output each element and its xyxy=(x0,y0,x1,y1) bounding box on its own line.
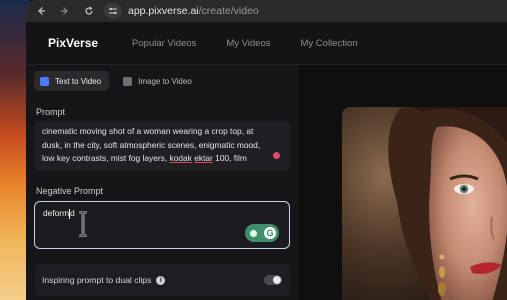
forward-arrow-icon[interactable] xyxy=(56,2,74,20)
address-bar: app.pixverse.ai/create/video xyxy=(26,0,507,22)
tab-text-to-video[interactable]: Text to Video xyxy=(34,71,110,91)
site-info-icon[interactable] xyxy=(104,3,122,19)
dual-clips-setting: Inspiring prompt to dual clips i xyxy=(34,264,290,296)
browser-window: app.pixverse.ai/create/video PixVerse Po… xyxy=(26,0,507,300)
back-arrow-icon[interactable] xyxy=(32,2,50,20)
grammarly-icon[interactable]: G xyxy=(264,227,276,239)
nav-my-videos[interactable]: My Videos xyxy=(226,38,270,49)
prompt-textarea[interactable]: cinematic moving shot of a woman wearing… xyxy=(34,121,290,171)
tab-image-to-video-label: Image to Video xyxy=(138,76,192,86)
prompt-line-3: low key contrasts, mist fog layers, koda… xyxy=(42,152,282,166)
prompt-line-3-end: 100, film xyxy=(212,153,247,163)
dual-clips-toggle[interactable] xyxy=(264,275,282,285)
negative-prompt-value: deform xyxy=(43,208,70,218)
prompt-line-1: cinematic moving shot of a woman wearing… xyxy=(42,126,254,136)
negative-prompt-textarea[interactable]: deformd G xyxy=(34,201,290,249)
video-preview-area xyxy=(298,65,507,300)
text-to-video-icon xyxy=(40,76,49,86)
tab-image-to-video[interactable]: Image to Video xyxy=(117,71,200,91)
nav-my-collection[interactable]: My Collection xyxy=(301,38,358,49)
url-field[interactable]: app.pixverse.ai/create/video xyxy=(128,5,259,17)
url-host: app.pixverse.ai xyxy=(128,5,199,17)
spelling-error-kodak[interactable]: kodak xyxy=(170,153,192,163)
create-panel: Text to Video Image to Video Prompt cine… xyxy=(26,65,298,300)
negative-prompt-tail: d xyxy=(70,208,75,218)
grammarly-status-icon xyxy=(250,229,257,237)
portrait-preview-image xyxy=(342,107,507,300)
app-header: PixVerse Popular Videos My Videos My Col… xyxy=(26,22,507,65)
grammar-warning-icon[interactable] xyxy=(273,152,280,159)
reload-icon[interactable] xyxy=(80,2,98,20)
ibeam-cursor-icon xyxy=(79,211,87,237)
prompt-line-2: dusk, in the city, soft atmospheric scen… xyxy=(42,139,261,150)
prompt-label: Prompt xyxy=(36,107,66,117)
nav-popular-videos[interactable]: Popular Videos xyxy=(132,38,196,49)
spelling-error-ektar[interactable]: ektar xyxy=(194,153,213,163)
image-to-video-icon xyxy=(123,76,133,86)
negative-prompt-label: Negative Prompt xyxy=(36,186,104,196)
info-icon[interactable]: i xyxy=(156,275,166,285)
mode-tabs: Text to Video Image to Video xyxy=(34,71,200,91)
dual-clips-label: Inspiring prompt to dual clips xyxy=(42,275,152,285)
tab-text-to-video-label: Text to Video xyxy=(55,76,102,86)
pixverse-logo[interactable]: PixVerse xyxy=(48,36,98,50)
url-path: /create/video xyxy=(198,5,259,17)
grammarly-widget[interactable]: G xyxy=(245,224,279,242)
prompt-line-3-start: low key contrasts, mist fog layers, xyxy=(42,153,170,163)
